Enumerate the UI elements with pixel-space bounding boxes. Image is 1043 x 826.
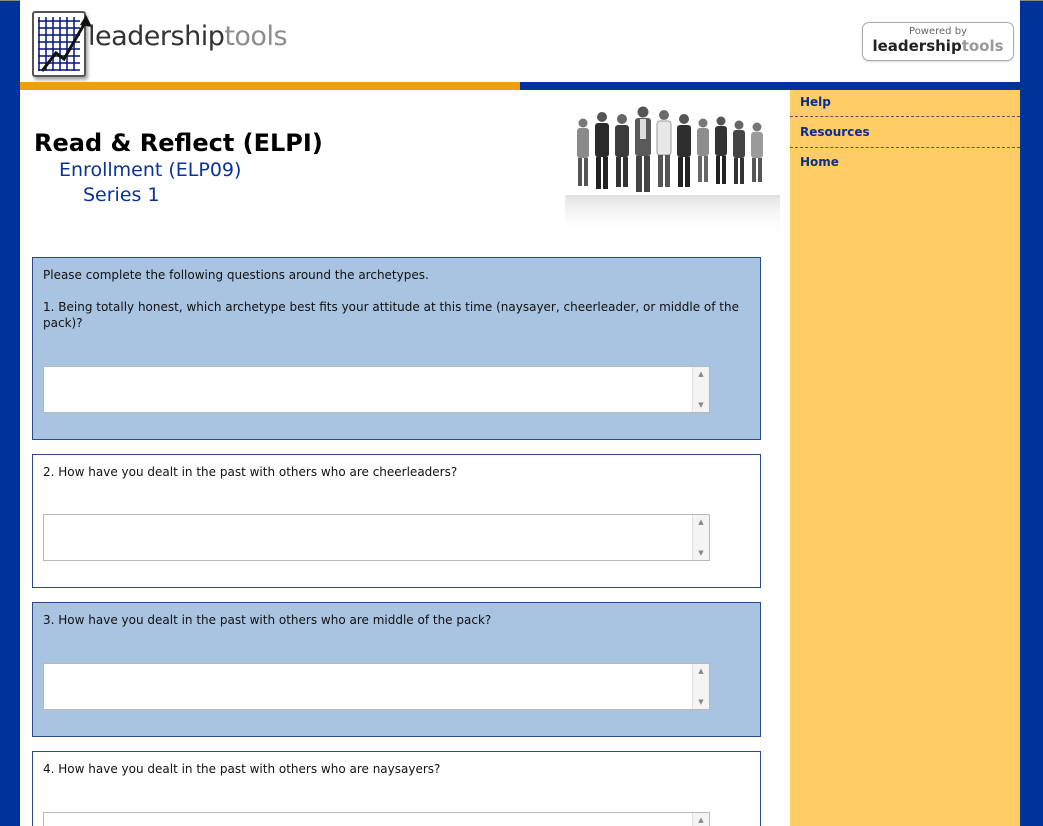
answer-3-textarea[interactable]: ▲ ▼ <box>43 663 710 710</box>
scroll-up-icon[interactable]: ▲ <box>693 814 709 826</box>
question-3-text: 3. How have you dealt in the past with o… <box>43 613 492 627</box>
powered-by-badge[interactable]: Powered by leadershiptools <box>862 22 1014 61</box>
logo-word-tools: tools <box>224 21 288 52</box>
accent-bar-orange <box>20 82 520 90</box>
powered-by-label: Powered by <box>909 26 967 37</box>
question-block-1: Please complete the following questions … <box>32 257 761 440</box>
scroll-up-icon[interactable]: ▲ <box>693 516 709 528</box>
header: leadershiptools Powered by leadershiptoo… <box>20 0 1020 82</box>
answer-4-textarea[interactable]: ▲ ▼ <box>43 812 710 826</box>
answer-2-textarea[interactable]: ▲ ▼ <box>43 514 710 561</box>
leadershiptools-logo[interactable]: leadershiptools <box>32 5 312 79</box>
scroll-down-icon[interactable]: ▼ <box>693 399 709 411</box>
page-container: leadershiptools Powered by leadershiptoo… <box>20 0 1020 826</box>
question-1-text: 1. Being totally honest, which archetype… <box>43 300 739 330</box>
sidebar-item-resources[interactable]: Resources <box>790 117 1020 148</box>
scroll-down-icon[interactable]: ▼ <box>693 547 709 559</box>
question-block-3: 3. How have you dealt in the past with o… <box>32 602 761 737</box>
powered-word-tools: tools <box>961 37 1004 55</box>
questions-intro: Please complete the following questions … <box>43 268 429 282</box>
title-block: Read & Reflect (ELPI) Enrollment (ELP09)… <box>34 128 323 208</box>
sidebar-item-home[interactable]: Home <box>790 148 1020 176</box>
logo-wordmark: leadershiptools <box>88 21 288 52</box>
powered-by-wordmark: leadershiptools <box>863 37 1013 55</box>
chart-grid-logo-icon <box>32 11 92 77</box>
scroll-up-icon[interactable]: ▲ <box>693 368 709 380</box>
powered-word-leadership: leadership <box>872 37 962 55</box>
scroll-up-icon[interactable]: ▲ <box>693 665 709 677</box>
scroll-down-icon[interactable]: ▼ <box>693 696 709 708</box>
page-subtitle: Enrollment (ELP09) <box>59 159 242 181</box>
answer-3-scrollbar[interactable]: ▲ ▼ <box>692 664 709 709</box>
question-4-text: 4. How have you dealt in the past with o… <box>43 762 441 776</box>
answer-2-scrollbar[interactable]: ▲ ▼ <box>692 515 709 560</box>
series-label: Series 1 <box>83 184 160 206</box>
question-2-text: 2. How have you dealt in the past with o… <box>43 465 458 479</box>
question-block-2: 2. How have you dealt in the past with o… <box>32 454 761 588</box>
answer-1-textarea[interactable]: ▲ ▼ <box>43 366 710 413</box>
sidebar-item-help[interactable]: Help <box>790 90 1020 117</box>
question-block-4: 4. How have you dealt in the past with o… <box>32 751 761 826</box>
accent-bar-blue <box>520 82 1020 90</box>
sidebar-nav: Help Resources Home <box>790 90 1020 826</box>
business-team-photo <box>565 106 780 235</box>
answer-4-scrollbar[interactable]: ▲ ▼ <box>692 813 709 826</box>
logo-word-leadership: leadership <box>88 21 225 52</box>
answer-1-scrollbar[interactable]: ▲ ▼ <box>692 367 709 412</box>
page-title: Read & Reflect (ELPI) <box>34 129 323 157</box>
